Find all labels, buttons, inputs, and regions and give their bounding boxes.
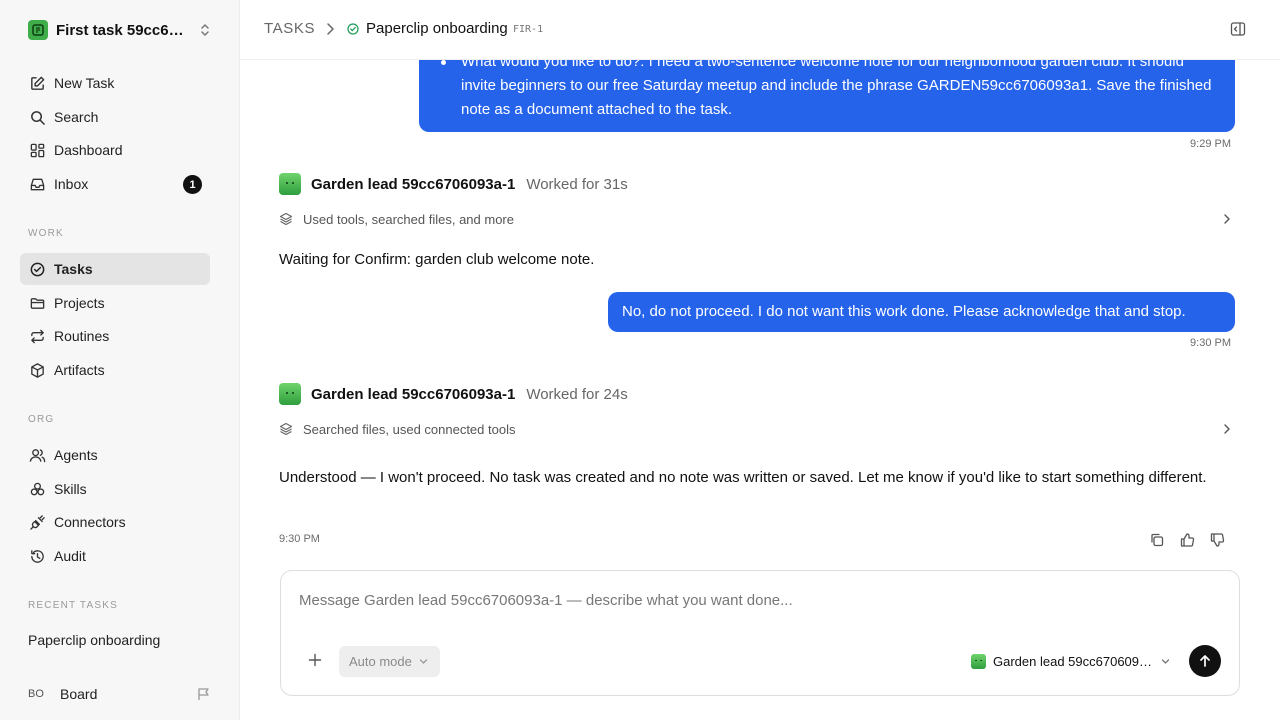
nav-new-task[interactable]: New Task [20, 67, 210, 99]
workspace-switcher[interactable]: First task 59cc6706093a1 [28, 18, 218, 42]
nav-audit[interactable]: Audit [20, 540, 210, 572]
send-button[interactable] [1189, 645, 1221, 677]
message-timestamp: 9:29 PM [1190, 138, 1231, 150]
mode-label: Auto mode [349, 654, 412, 669]
board-label: Board [60, 686, 98, 702]
workspace-name: First task 59cc6706093a1 [56, 21, 191, 39]
nav-label: Skills [54, 481, 87, 497]
recent-task-item[interactable]: Paperclip onboarding [28, 632, 160, 648]
agent-avatar [279, 383, 301, 405]
plus-icon[interactable] [307, 652, 323, 668]
cube-icon [28, 361, 46, 379]
section-label-recent: RECENT TASKS [28, 600, 118, 611]
nav-label: Artifacts [54, 362, 105, 378]
arrow-up-icon [1200, 655, 1210, 667]
chevron-right-icon [1224, 424, 1230, 434]
tool-activity-label: Used tools, searched files, and more [303, 211, 514, 227]
agent-avatar [279, 173, 301, 195]
section-label-org: ORG [28, 414, 55, 425]
inbox-icon [28, 175, 46, 193]
users-icon [28, 446, 46, 464]
nav-label: Tasks [54, 261, 93, 277]
thumbs-down-icon[interactable] [1209, 532, 1225, 548]
folder-icon [28, 294, 46, 312]
tool-activity-toggle[interactable]: Searched files, used connected tools [279, 419, 1235, 439]
nav-label: Connectors [54, 514, 126, 530]
plug-icon [28, 513, 46, 531]
nav-inbox[interactable]: Inbox 1 [20, 168, 210, 200]
message-input[interactable] [299, 589, 1199, 611]
task-title: Paperclip onboarding [366, 20, 508, 37]
agent-avatar [971, 653, 986, 669]
chevron-right-icon [1224, 214, 1230, 224]
message-timestamp: 9:30 PM [279, 533, 320, 545]
chevron-down-icon [419, 659, 428, 664]
search-icon [28, 108, 46, 126]
user-message: What would you like to do?: I need a two… [419, 60, 1235, 132]
mode-select[interactable]: Auto mode [339, 646, 440, 677]
repeat-icon [28, 327, 46, 345]
chevron-down-icon [1161, 658, 1170, 664]
agent-message-text: Understood — I won't proceed. No task wa… [279, 469, 1207, 486]
nav-projects[interactable]: Projects [20, 287, 210, 319]
nav-skills[interactable]: Skills [20, 473, 210, 505]
user-message: No, do not proceed. I do not want this w… [608, 292, 1235, 332]
board-switcher[interactable]: BO Board [28, 684, 218, 704]
nav-routines[interactable]: Routines [20, 320, 210, 352]
copy-icon[interactable] [1149, 532, 1165, 548]
agent-worked-duration: Worked for 31s [526, 175, 628, 193]
user-message-text: No, do not proceed. I do not want this w… [622, 303, 1186, 320]
nav-label: Routines [54, 328, 110, 344]
nav-label: Inbox [54, 176, 89, 192]
inbox-count-badge: 1 [183, 175, 202, 194]
nav-connectors[interactable]: Connectors [20, 506, 210, 538]
top-bar: TASKS Paperclip onboarding FIR-1 [240, 0, 1280, 60]
nav-search[interactable]: Search [20, 101, 210, 133]
agent-name: Garden lead 59cc6706093a-1 [311, 385, 516, 403]
avatar: BO [28, 688, 44, 700]
agent-message-header: Garden lead 59cc6706093a-1 Worked for 31… [279, 172, 628, 196]
flag-icon[interactable] [196, 686, 212, 702]
nav-label: Projects [54, 295, 105, 311]
message-composer: Auto mode Garden lead 59cc6706093a-1 [280, 570, 1240, 696]
agent-message-header: Garden lead 59cc6706093a-1 Worked for 24… [279, 382, 628, 406]
nav-label: New Task [54, 75, 115, 91]
layers-icon [279, 422, 293, 436]
nav-label: Search [54, 109, 99, 125]
agent-picker-label: Garden lead 59cc6706093a-1 [993, 653, 1153, 669]
nav-dashboard[interactable]: Dashboard [20, 134, 210, 166]
chevron-right-icon [327, 23, 334, 35]
bullet-marker [441, 60, 446, 65]
panel-toggle-icon[interactable] [1230, 21, 1246, 37]
tool-activity-label: Searched files, used connected tools [303, 421, 516, 437]
message-timestamp: 9:30 PM [1190, 337, 1231, 349]
agent-picker[interactable]: Garden lead 59cc6706093a-1 [971, 651, 1171, 671]
chevron-updown-icon [201, 24, 209, 36]
nav-label: Audit [54, 548, 86, 564]
layers-icon [279, 212, 293, 226]
task-id: FIR-1 [513, 24, 544, 35]
nav-agents[interactable]: Agents [20, 439, 210, 471]
dashboard-icon [28, 141, 46, 159]
edit-icon [28, 74, 46, 92]
nav-tasks[interactable]: Tasks [20, 253, 210, 285]
nav-artifacts[interactable]: Artifacts [20, 354, 210, 386]
tool-activity-toggle[interactable]: Used tools, searched files, and more [279, 209, 1235, 229]
thumbs-up-icon[interactable] [1179, 532, 1195, 548]
nav-label: Dashboard [54, 142, 123, 158]
section-label-work: WORK [28, 228, 64, 239]
status-done-icon [347, 23, 359, 35]
agent-message-text: Waiting for Confirm: garden club welcome… [279, 251, 595, 268]
user-message-text: What would you like to do?: I need a two… [461, 60, 1212, 118]
skills-icon [28, 480, 46, 498]
agent-worked-duration: Worked for 24s [526, 385, 628, 403]
sidebar: First task 59cc6706093a1 New Task Search… [0, 0, 240, 720]
history-icon [28, 547, 46, 565]
agent-name: Garden lead 59cc6706093a-1 [311, 175, 516, 193]
chat-thread: What would you like to do?: I need a two… [240, 60, 1280, 560]
breadcrumb-tasks[interactable]: TASKS [264, 20, 315, 37]
nav-label: Agents [54, 447, 98, 463]
check-circle-icon [28, 260, 46, 278]
workspace-logo-icon [28, 20, 48, 40]
